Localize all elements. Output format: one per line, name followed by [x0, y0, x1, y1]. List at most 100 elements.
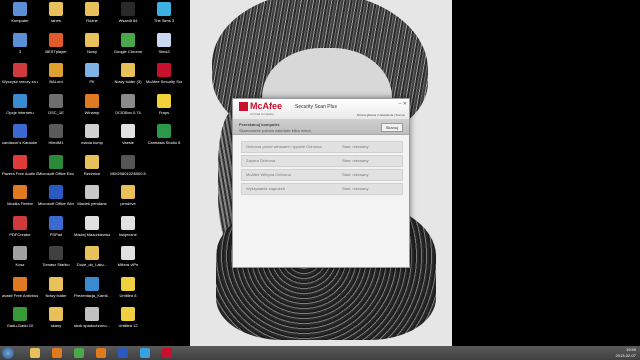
desktop-icon[interactable]: Tomasz Stańko	[38, 246, 74, 267]
desktop-icon[interactable]: DSC_1E	[38, 93, 74, 115]
start-button[interactable]	[2, 347, 14, 359]
desktop-icon-image	[157, 93, 171, 108]
desktop-icon[interactable]: Kosz	[2, 246, 38, 267]
protection-list: Ochrona przed wirusami i typowe Ochrona …	[241, 141, 403, 197]
desktop-icon-label: Gadu-Gadu 10	[6, 323, 34, 328]
list-item[interactable]: Wykrywanie zagrożeń Stan: nieznany	[241, 183, 403, 195]
row-status: Stan: nieznany	[342, 172, 369, 177]
window-controls[interactable]: – ✕	[399, 101, 407, 107]
desktop-icon[interactable]: 3	[2, 32, 38, 54]
word-icon[interactable]	[118, 348, 128, 358]
row-name: Ochrona przed wirusami i typowe Ochrona	[246, 144, 322, 149]
row-name: McAfee Witryna Ochrona	[246, 172, 291, 177]
desktop-icon-label: Tomasz Stańko	[42, 262, 70, 267]
desktop-icon[interactable]: Pazera Free Audio Extractor	[2, 154, 38, 176]
firefox-icon[interactable]	[96, 348, 106, 358]
desktop-icon[interactable]: Wyczyść rzeczy za darmo	[2, 63, 38, 84]
desktop-icon-image	[13, 185, 27, 199]
windows-explorer-icon[interactable]	[30, 348, 40, 358]
desktop-icon[interactable]: Różne	[74, 2, 110, 23]
desktop-icon-image	[13, 307, 27, 321]
desktop-icon[interactable]: Untitled 8	[110, 276, 146, 298]
desktop-icon[interactable]: Vaesle	[110, 124, 146, 145]
desktop-icon-image	[49, 124, 63, 138]
desktop-icon[interactable]: mania komp	[74, 124, 110, 145]
desktop-icon[interactable]: Opcje internetu	[2, 93, 38, 115]
desktop-icon[interactable]: Mozilla Firefox	[2, 185, 38, 206]
desktop-icon-image	[85, 154, 99, 169]
desktop-icon-image	[121, 93, 135, 108]
desktop-icon[interactable]: PSPad	[38, 215, 74, 237]
desktop-icon[interactable]: fanes	[38, 2, 74, 23]
desktop-icon-label: Wyczyść rzeczy za darmo	[2, 79, 38, 84]
desktop-icon[interactable]: Prezentacja_Kamil...	[74, 276, 110, 298]
banner-title: Przeskanuj komputer.	[239, 122, 281, 127]
desktop-icon[interactable]: Camtasia Studio 8	[146, 124, 182, 145]
desktop-icon[interactable]: skany	[38, 307, 74, 328]
desktop-icon[interactable]: Untitled 12	[110, 307, 146, 328]
desktop-icon-label: DCIDBox 0.74	[115, 109, 141, 115]
desktop-icon-image	[13, 63, 27, 77]
mcafee-icon[interactable]	[162, 348, 172, 358]
desktop-icon[interactable]: Rzeżnice	[74, 154, 110, 176]
scan-button[interactable]: Skanuj	[380, 123, 403, 132]
list-item[interactable]: Ochrona przed wirusami i typowe Ochrona …	[241, 141, 403, 153]
chrome-icon[interactable]	[74, 348, 84, 358]
desktop-icon-label: Microsoft Office Excel 2007	[38, 170, 74, 176]
top-nav-links[interactable]: Strona główna | Ustawienia | Pomoc	[357, 113, 405, 117]
desktop-icon-label: DSC_1E	[48, 109, 64, 115]
desktop-icon[interactable]: The Sims 3	[146, 2, 182, 23]
desktop-icon-label: 3	[18, 48, 22, 54]
desktop-icon-label: Mikroś viPe	[117, 262, 139, 267]
desktop-icon[interactable]: Microsoft Office Word 2007	[38, 185, 74, 206]
desktop-icon-label: PSPad	[49, 231, 63, 237]
skype-icon[interactable]	[140, 348, 150, 358]
window-titlebar[interactable]: McAfee An Intel Company Security Scan Pl…	[233, 99, 409, 120]
desktop-icon[interactable]: DCIDBox 0.74	[110, 93, 146, 115]
desktop-icon[interactable]: pendrive	[110, 185, 146, 206]
desktop-icon[interactable]: skok spadochrono...	[74, 307, 110, 328]
desktop-icon-label: MDI20801024B00.5	[110, 170, 146, 176]
desktop-icon-label: Kosz	[15, 262, 25, 267]
desktop-icon[interactable]: Komputer	[2, 2, 38, 23]
brand-subtitle: An Intel Company	[250, 112, 274, 116]
desktop-icon[interactable]: Maciek pendane	[74, 185, 110, 206]
desktop-icon[interactable]: McAfee Security Scan Plus	[146, 63, 182, 84]
desktop-icon[interactable]: twojeczne	[110, 215, 146, 237]
desktop-icon[interactable]: Wszedł 84	[110, 2, 146, 23]
desktop-icon[interactable]: Gadu-Gadu 10	[2, 307, 38, 328]
desktop-icon-label: Microsoft Office Word 2007	[38, 201, 74, 206]
system-tray-clock[interactable]: 19:59 2013-02-07	[616, 347, 636, 359]
list-item[interactable]: Zapora Ochrona Stan: nieznany	[241, 155, 403, 167]
desktop-icon-image	[121, 32, 135, 47]
desktop-icon[interactable]: Maciej Mazurkiewicz ...	[74, 215, 110, 237]
desktop-icon[interactable]: Duże_do_Laku...	[74, 246, 110, 267]
desktop-icon[interactable]: Microsoft Office Excel 2007	[38, 154, 74, 176]
desktop-icon-image	[85, 185, 99, 199]
desktop-icon[interactable]: Nowy folder (3)	[110, 63, 146, 84]
product-title: Security Scan Plus	[295, 104, 337, 110]
desktop-icon[interactable]: BESTplayer	[38, 32, 74, 54]
desktop-icon[interactable]: cardiacor's Karaoke Player	[2, 124, 38, 145]
desktop-icon[interactable]: HitedM1	[38, 124, 74, 145]
desktop-icon[interactable]: BALord	[38, 63, 74, 84]
mcafee-window[interactable]: McAfee An Intel Company Security Scan Pl…	[232, 98, 410, 268]
desktop-icon[interactable]: Nowy	[74, 32, 110, 54]
desktop-icon-image	[121, 185, 135, 199]
desktop-icon-image	[49, 215, 63, 230]
desktop-icon-image	[85, 215, 99, 230]
desktop-icon[interactable]: PDFCreator	[2, 215, 38, 237]
desktop-icon[interactable]: PK	[74, 63, 110, 84]
desktop-icon-label: Nowy folder	[45, 292, 67, 298]
list-item[interactable]: McAfee Witryna Ochrona Stan: nieznany	[241, 169, 403, 181]
desktop-icon[interactable]: Fraps	[146, 93, 182, 115]
desktop-icon[interactable]: Nowy folder	[38, 276, 74, 298]
desktop-icon-image	[49, 276, 63, 291]
desktop-icon[interactable]: Winamp	[74, 93, 110, 115]
desktop-icon[interactable]: Google Chrome	[110, 32, 146, 54]
desktop-icon[interactable]: MDI20801024B00.5	[110, 154, 146, 176]
desktop-icon[interactable]: Mikroś viPe	[110, 246, 146, 267]
desktop-icon[interactable]: Sims3	[146, 32, 182, 54]
media-player-icon[interactable]	[52, 348, 62, 358]
desktop-icon[interactable]: avast! Free Antivirus	[2, 276, 38, 298]
